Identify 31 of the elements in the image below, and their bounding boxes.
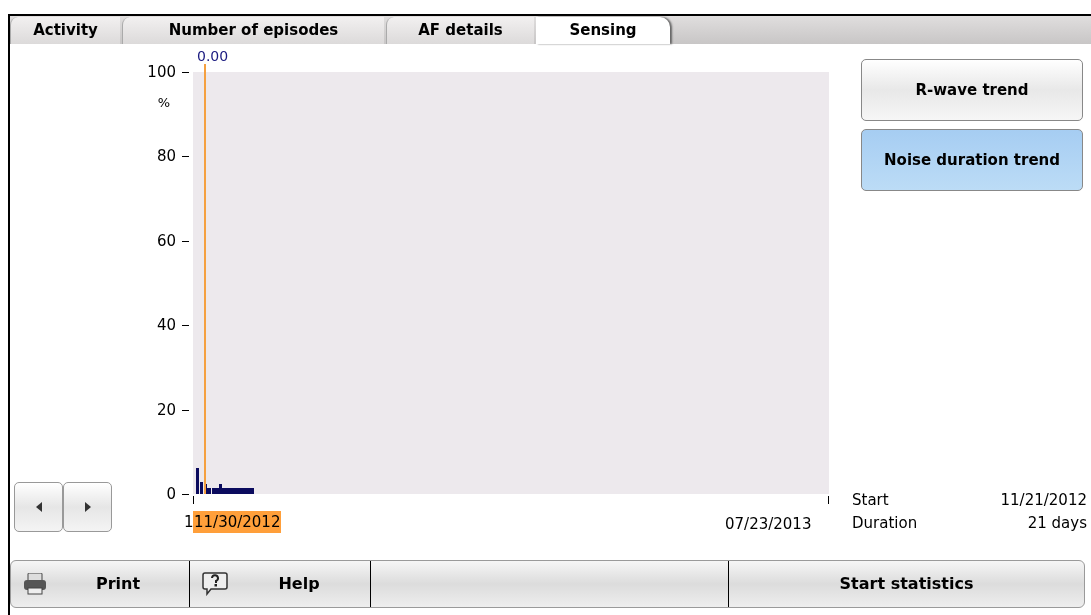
next-button[interactable] bbox=[63, 482, 112, 532]
axis-label: 20 bbox=[155, 400, 176, 419]
axis-unit: % bbox=[156, 95, 170, 111]
left-arrow-icon bbox=[35, 502, 42, 512]
summary-label: Duration bbox=[852, 513, 918, 534]
axis-label: 07/23/2013 bbox=[724, 514, 813, 535]
help-bubble-icon bbox=[202, 572, 228, 596]
bars-drawing bbox=[194, 468, 254, 494]
tab[interactable]: Number of episodes bbox=[122, 17, 384, 44]
tab[interactable]: Activity bbox=[10, 17, 120, 44]
axis-label: 40 bbox=[155, 316, 176, 335]
tab[interactable]: Sensing bbox=[536, 17, 670, 44]
print-button[interactable]: Print bbox=[11, 561, 189, 607]
printer-icon bbox=[23, 573, 47, 595]
axis-label: 0 bbox=[165, 485, 176, 503]
previous-button[interactable] bbox=[14, 482, 63, 532]
help-button[interactable]: Help bbox=[189, 561, 370, 607]
cursor-value: 0.00 bbox=[197, 48, 229, 64]
axis-label: 1 bbox=[183, 512, 195, 533]
trend-button[interactable]: Noise duration trend bbox=[861, 129, 1083, 191]
trend-button[interactable]: R-wave trend bbox=[861, 59, 1083, 121]
summary-label: Start bbox=[852, 490, 889, 511]
axis-label: 80 bbox=[155, 147, 176, 166]
date-badge: 11/30/2012 bbox=[193, 511, 282, 533]
axis-label: 100 bbox=[146, 63, 176, 81]
summary-value: 11/21/2012 bbox=[999, 490, 1087, 511]
summary-value: 21 days bbox=[1026, 513, 1087, 534]
axis-label: 60 bbox=[155, 231, 176, 250]
tab[interactable]: AF details bbox=[386, 17, 534, 44]
right-arrow-icon bbox=[84, 502, 91, 512]
start-statistics-button[interactable]: Start statistics bbox=[728, 561, 1084, 607]
